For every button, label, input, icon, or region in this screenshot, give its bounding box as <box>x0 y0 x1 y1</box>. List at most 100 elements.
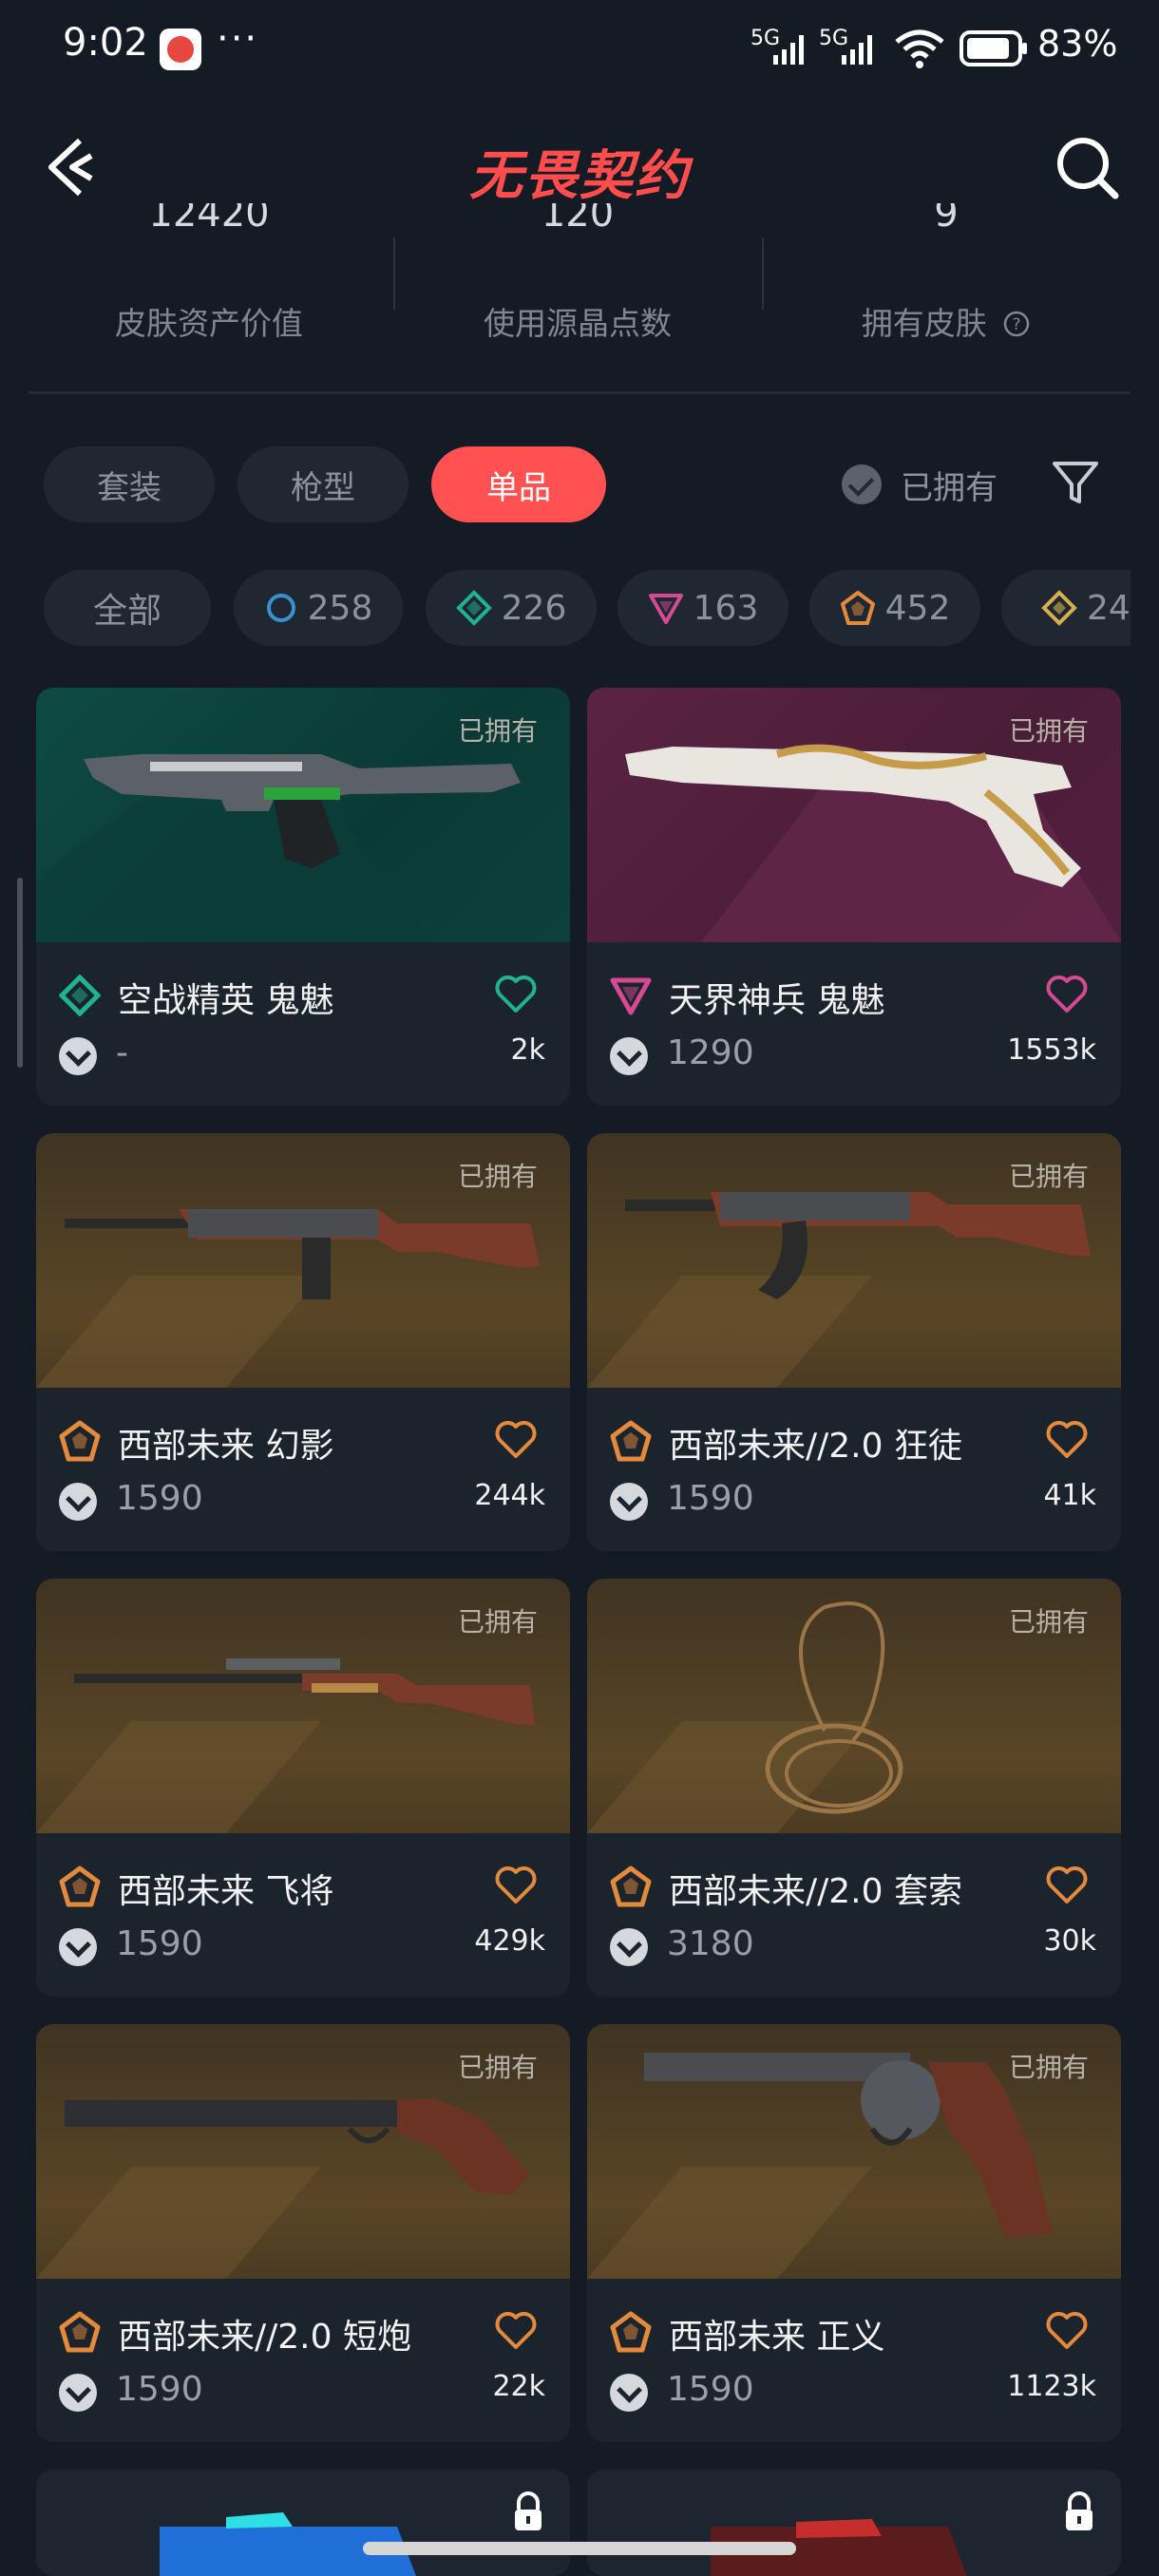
tab-bundle[interactable]: 套装 <box>44 446 215 522</box>
section-divider <box>28 391 1130 394</box>
check-icon <box>842 464 882 504</box>
skin-card[interactable]: 已拥有 天界神兵 鬼魅 1290 1553k <box>587 688 1121 1106</box>
locked-skin-card[interactable] <box>587 2470 1121 2576</box>
locked-skin-card[interactable] <box>36 2470 570 2576</box>
tab-single-item[interactable]: 单品 <box>431 446 606 522</box>
app-title: 无畏契约 <box>469 145 690 207</box>
owned-tag: 已拥有 <box>457 715 538 747</box>
chip-premium-tier[interactable]: 163 <box>618 570 788 646</box>
stat-label: 使用源晶点数 <box>484 305 672 342</box>
owned-tag: 已拥有 <box>1008 2052 1089 2083</box>
help-icon[interactable]: ? <box>1002 310 1031 338</box>
owned-tag: 已拥有 <box>457 2052 538 2083</box>
valorant-points-icon <box>59 1928 97 1966</box>
like-count: 41k <box>1043 1479 1096 1512</box>
owned-tag: 已拥有 <box>1008 715 1089 747</box>
like-count: 1553k <box>1007 1033 1096 1067</box>
deluxe-tier-icon <box>59 975 101 1016</box>
more-notifications-icon: ··· <box>217 17 259 61</box>
skin-card[interactable]: 已拥有 西部未来 正义 1590 1123k <box>587 2024 1121 2442</box>
chip-label: 226 <box>501 588 567 628</box>
owned-tag: 已拥有 <box>1008 1161 1089 1192</box>
heart-icon[interactable] <box>494 2309 538 2353</box>
valorant-points-icon <box>59 2374 97 2412</box>
premium-tier-icon <box>610 977 652 1015</box>
skin-artwork <box>36 2470 570 2576</box>
chip-ultra-tier[interactable]: 24 <box>1001 570 1130 646</box>
weapon-image <box>160 2512 416 2576</box>
scroll-indicator[interactable] <box>17 878 23 1068</box>
like-count: 30k <box>1043 1924 1096 1958</box>
stat-label: 拥有皮肤 ? <box>766 298 1127 344</box>
exclusive-tier-icon <box>59 2311 101 2353</box>
skin-price: 3180 <box>667 1924 754 1963</box>
chip-select-tier[interactable]: 258 <box>234 570 403 646</box>
exclusive-tier-icon <box>840 591 875 625</box>
heart-icon[interactable] <box>494 1418 538 1462</box>
skin-price: 1590 <box>667 2370 754 2409</box>
heart-icon[interactable] <box>494 973 538 1016</box>
stat-asset-value: 12420 皮肤资产价值 <box>28 203 390 344</box>
heart-icon[interactable] <box>1045 2309 1089 2353</box>
skin-card[interactable]: 已拥有 西部未来//2.0 短炮 1590 22k <box>36 2024 570 2442</box>
chip-exclusive-tier[interactable]: 452 <box>809 570 980 646</box>
like-count: 244k <box>474 1479 545 1512</box>
heart-icon[interactable] <box>1045 973 1089 1016</box>
skin-card[interactable]: 已拥有 西部未来//2.0 套索 3180 30k <box>587 1579 1121 1997</box>
heart-icon[interactable] <box>1045 1864 1089 1907</box>
filter-icon[interactable] <box>1047 454 1104 511</box>
chip-label: 163 <box>693 588 759 628</box>
tab-weapon-type[interactable]: 枪型 <box>238 446 408 522</box>
skin-price: 1590 <box>667 1479 754 1518</box>
home-indicator[interactable] <box>363 2542 796 2555</box>
weapon-image <box>711 2519 967 2576</box>
valorant-points-icon <box>59 1037 97 1075</box>
skin-price: 1590 <box>116 1479 203 1518</box>
skin-price: - <box>116 1033 128 1072</box>
chip-deluxe-tier[interactable]: 226 <box>426 570 597 646</box>
like-count: 22k <box>492 2370 545 2403</box>
stat-divider <box>762 237 764 310</box>
wifi-icon <box>895 29 944 68</box>
stat-radianite-points: 120 使用源晶点数 <box>397 203 758 344</box>
app-notification-icon <box>160 28 201 70</box>
lock-icon <box>1066 2491 1092 2530</box>
chip-label: 24 <box>1087 588 1130 628</box>
skin-name: 天界神兵 鬼魅 <box>669 981 885 1020</box>
skin-price: 1590 <box>116 1924 203 1963</box>
valorant-points-icon <box>610 1483 648 1521</box>
stat-label-text: 拥有皮肤 <box>861 305 987 342</box>
like-count: 1123k <box>1007 2370 1096 2403</box>
chip-all[interactable]: 全部 <box>44 570 211 646</box>
heart-icon[interactable] <box>1045 1418 1089 1462</box>
premium-tier-icon <box>648 594 683 624</box>
lock-icon <box>515 2491 542 2530</box>
chip-label: 258 <box>307 588 373 628</box>
skin-card[interactable]: 已拥有 西部未来 飞将 1590 429k <box>36 1579 570 1997</box>
skin-name: 西部未来//2.0 套索 <box>669 1872 962 1911</box>
skin-name: 西部未来//2.0 短炮 <box>118 2318 411 2357</box>
exclusive-tier-icon <box>610 1420 652 1462</box>
stat-label: 皮肤资产价值 <box>115 305 303 342</box>
valorant-points-icon <box>610 2374 648 2412</box>
battery-percentage: 83% <box>1037 23 1118 65</box>
skin-card[interactable]: 已拥有 西部未来//2.0 狂徒 1590 41k <box>587 1133 1121 1551</box>
valorant-points-icon <box>610 1037 648 1075</box>
like-count: 2k <box>510 1033 545 1067</box>
valorant-points-icon <box>59 1483 97 1521</box>
tier-filter-bar: 全部 258 226 163 452 24 <box>0 560 1130 655</box>
stat-value: 120 <box>541 203 615 236</box>
skin-name: 西部未来 正义 <box>669 2318 885 2357</box>
exclusive-tier-icon <box>610 2311 652 2353</box>
heart-icon[interactable] <box>494 1864 538 1907</box>
search-icon[interactable] <box>1053 133 1121 201</box>
stat-owned-skins[interactable]: 9 拥有皮肤 ? <box>766 203 1127 344</box>
owned-filter-toggle[interactable]: 已拥有 <box>842 456 998 513</box>
status-bar: 9:02 ··· 5G 5G 83% <box>0 0 1159 104</box>
skin-card[interactable]: 已拥有 西部未来 幻影 1590 244k <box>36 1133 570 1551</box>
skin-name: 空战精英 鬼魅 <box>118 981 334 1020</box>
skin-card[interactable]: 已拥有 空战精英 鬼魅 - 2k <box>36 688 570 1106</box>
battery-icon <box>960 30 1027 66</box>
ultra-tier-icon <box>1041 590 1077 626</box>
exclusive-tier-icon <box>610 1866 652 1907</box>
